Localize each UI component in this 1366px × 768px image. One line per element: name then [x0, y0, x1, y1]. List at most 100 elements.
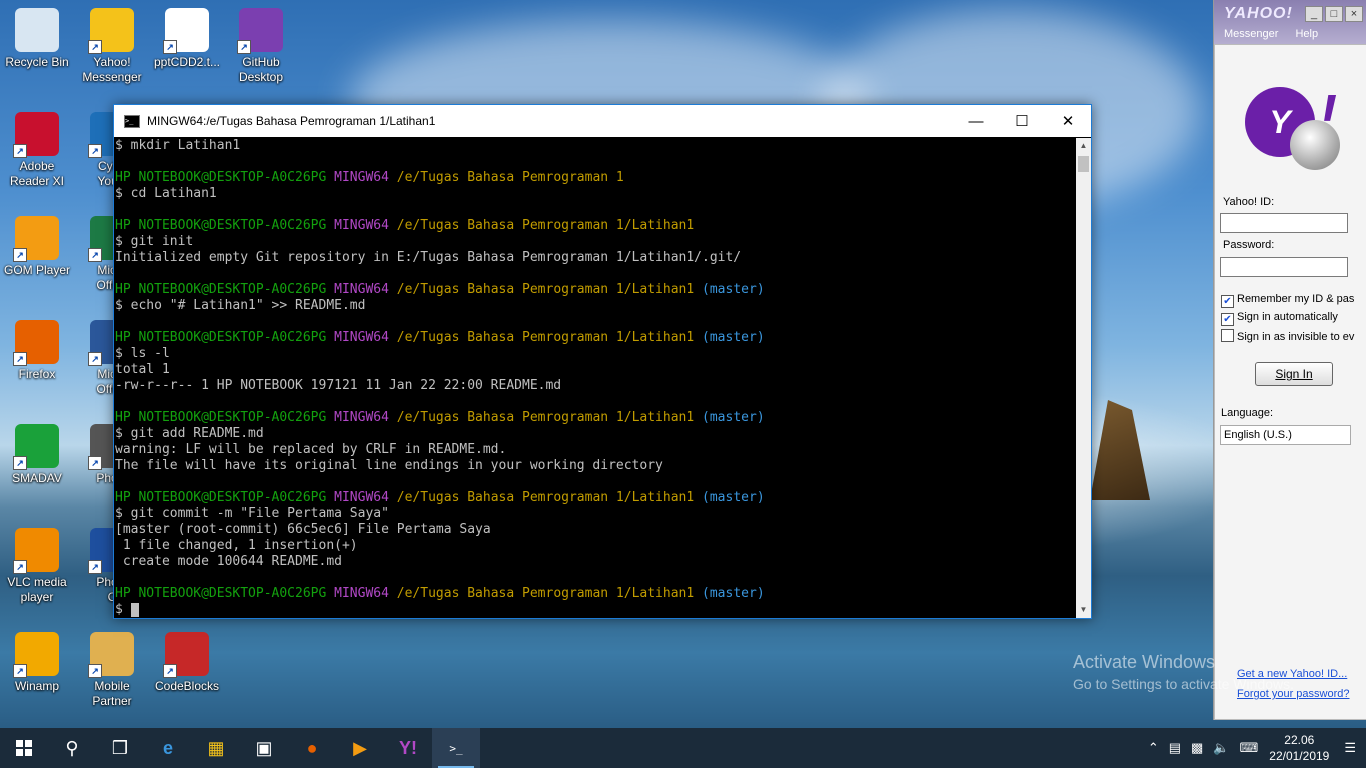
- start-button[interactable]: [0, 728, 48, 768]
- vlc-icon: ↗: [13, 528, 59, 574]
- git-bash-icon[interactable]: >_: [432, 728, 480, 768]
- adobe-reader-icon: ↗: [13, 112, 59, 158]
- yahoo-disc-icon: [1290, 120, 1340, 170]
- terminal-text: -rw-r--r-- 1 HP NOTEBOOK 197121 11 Jan 2…: [115, 378, 562, 393]
- menu-help[interactable]: Help: [1295, 28, 1318, 40]
- terminal-line: The file will have its original line end…: [115, 458, 1076, 474]
- terminal-text: $ git add README.md: [115, 426, 264, 441]
- terminal-text: MINGW64: [334, 410, 397, 425]
- desktop-icon[interactable]: ↗ GOM Player: [0, 216, 74, 278]
- github-desktop-icon: ↗: [237, 8, 283, 54]
- terminal-text: HP NOTEBOOK@DESKTOP-A0C26PG: [115, 330, 335, 345]
- smadav-icon: ↗: [13, 424, 59, 470]
- winamp-icon: ↗: [13, 632, 59, 678]
- auto-signin-label: Sign in automatically: [1237, 311, 1338, 323]
- show-hidden-icons-icon[interactable]: ⌃: [1148, 740, 1159, 756]
- desktop-icon[interactable]: ↗ Adobe Reader XI: [0, 112, 74, 189]
- system-tray: ⌃ ▤ ▩ 🔈 ⌨ 22.06 22/01/2019 ☰: [1143, 728, 1366, 768]
- auto-signin-checkbox[interactable]: ✔ Sign in automatically: [1221, 311, 1338, 326]
- terminal-line: HP NOTEBOOK@DESKTOP-A0C26PG MINGW64 /e/T…: [115, 218, 1076, 234]
- clock-date: 22/01/2019: [1269, 749, 1330, 763]
- store-icon[interactable]: ▣: [240, 728, 288, 768]
- menu-messenger[interactable]: Messenger: [1224, 28, 1278, 40]
- desktop-icon[interactable]: ↗ GitHub Desktop: [224, 8, 298, 85]
- terminal-text: MINGW64: [334, 282, 397, 297]
- scroll-down-icon[interactable]: ▼: [1076, 602, 1091, 618]
- shortcut-arrow-icon: ↗: [163, 664, 177, 678]
- volume-icon[interactable]: 🔈: [1213, 740, 1229, 756]
- yahoo-messenger-icon[interactable]: Y!: [384, 728, 432, 768]
- media-player-icon[interactable]: ▶: [336, 728, 384, 768]
- desktop-icon[interactable]: ↗ Yahoo! Messenger: [75, 8, 149, 85]
- yahoo-id-field[interactable]: [1220, 213, 1348, 233]
- terminal-line: [master (root-commit) 66c5ec6] File Pert…: [115, 522, 1076, 538]
- maximize-button[interactable]: ☐: [999, 105, 1045, 137]
- yahoo-maximize-button[interactable]: □: [1325, 6, 1343, 22]
- yahoo-minimize-button[interactable]: _: [1305, 6, 1323, 22]
- yahoo-close-button[interactable]: ×: [1345, 6, 1363, 22]
- terminal-line: Initialized empty Git repository in E:/T…: [115, 250, 1076, 266]
- remember-checkbox[interactable]: ✔ Remember my ID & pas: [1221, 293, 1354, 308]
- clock[interactable]: 22.06 22/01/2019: [1269, 732, 1329, 764]
- terminal-line: HP NOTEBOOK@DESKTOP-A0C26PG MINGW64 /e/T…: [115, 490, 1076, 506]
- shortcut-arrow-icon: ↗: [13, 456, 27, 470]
- terminal-text: MINGW64: [334, 170, 397, 185]
- notifications-icon[interactable]: ☰: [1344, 740, 1356, 756]
- checkbox-checked-icon: ✔: [1221, 313, 1234, 326]
- remember-label: Remember my ID & pas: [1237, 293, 1355, 305]
- file-explorer-icon[interactable]: ▦: [192, 728, 240, 768]
- edge-icon[interactable]: e: [144, 728, 192, 768]
- yahoo-titlebar[interactable]: YAHOO! Messenger Help _ □ ×: [1214, 0, 1366, 44]
- yahoo-menu: Messenger Help: [1224, 28, 1332, 40]
- password-field[interactable]: [1220, 257, 1348, 277]
- display-icon[interactable]: ▩: [1191, 740, 1203, 756]
- terminal-titlebar[interactable]: >_ MINGW64:/e/Tugas Bahasa Pemrograman 1…: [114, 105, 1091, 137]
- desktop-icon[interactable]: Recycle Bin: [0, 8, 74, 70]
- terminal-line: $ git commit -m "File Pertama Saya": [115, 506, 1076, 522]
- terminal-line: HP NOTEBOOK@DESKTOP-A0C26PG MINGW64 /e/T…: [115, 282, 1076, 298]
- minimize-button[interactable]: —: [953, 105, 999, 137]
- sign-in-button[interactable]: Sign In: [1255, 362, 1333, 386]
- desktop-icon-label: Yahoo! Messenger: [82, 55, 142, 84]
- terminal-text: (master): [702, 330, 765, 345]
- terminal-scrollbar[interactable]: ▲ ▼: [1076, 138, 1091, 618]
- terminal-text: MINGW64: [334, 218, 397, 233]
- terminal-line: HP NOTEBOOK@DESKTOP-A0C26PG MINGW64 /e/T…: [115, 410, 1076, 426]
- desktop-icon[interactable]: ↗ Winamp: [0, 632, 74, 694]
- keyboard-icon[interactable]: ⌨: [1240, 740, 1259, 756]
- terminal-window[interactable]: >_ MINGW64:/e/Tugas Bahasa Pemrograman 1…: [113, 104, 1092, 619]
- scroll-up-icon[interactable]: ▲: [1076, 138, 1091, 154]
- shortcut-arrow-icon: ↗: [88, 352, 102, 366]
- close-button[interactable]: ✕: [1045, 105, 1091, 137]
- desktop-icon-label: Mobile Partner: [92, 679, 132, 708]
- terminal-app-icon: >_: [124, 114, 140, 128]
- yahoo-messenger-window[interactable]: YAHOO! Messenger Help _ □ × Y ! Yahoo! ID:…: [1213, 0, 1366, 720]
- activate-subtitle: Go to Settings to activate Windows.: [1073, 676, 1294, 692]
- terminal-text: /e/Tugas Bahasa Pemrograman 1/Latihan1: [396, 282, 703, 297]
- yahoo-window-controls: _ □ ×: [1303, 6, 1363, 22]
- firefox-icon[interactable]: ●: [288, 728, 336, 768]
- desktop-icon[interactable]: ↗ VLC media player: [0, 528, 74, 605]
- invisible-checkbox[interactable]: Sign in as invisible to ev: [1221, 329, 1354, 343]
- scrollbar-thumb[interactable]: [1078, 156, 1089, 172]
- desktop-icon[interactable]: ↗ CodeBlocks: [150, 632, 224, 694]
- desktop-icon[interactable]: ↗ pptCDD2.t...: [150, 8, 224, 70]
- terminal-output[interactable]: $ mkdir Latihan1 HP NOTEBOOK@DESKTOP-A0C2…: [114, 138, 1076, 618]
- search-icon[interactable]: ⚲: [48, 728, 96, 768]
- language-select[interactable]: English (U.S.): [1220, 425, 1351, 445]
- desktop-icon-label: GOM Player: [3, 263, 70, 277]
- network-icon[interactable]: ▤: [1169, 740, 1181, 756]
- windows-logo-icon: [16, 740, 32, 756]
- shortcut-arrow-icon: ↗: [13, 560, 27, 574]
- task-view-icon[interactable]: ❒: [96, 728, 144, 768]
- gom-player-icon: ↗: [13, 216, 59, 262]
- desktop-icon[interactable]: ↗ Mobile Partner: [75, 632, 149, 709]
- codeblocks-icon: ↗: [163, 632, 209, 678]
- terminal-line: $ ls -l: [115, 346, 1076, 362]
- terminal-text: 1 file changed, 1 insertion(+): [115, 538, 358, 553]
- desktop-icon[interactable]: ↗ SMADAV: [0, 424, 74, 486]
- desktop-icon[interactable]: ↗ Firefox: [0, 320, 74, 382]
- shortcut-arrow-icon: ↗: [88, 664, 102, 678]
